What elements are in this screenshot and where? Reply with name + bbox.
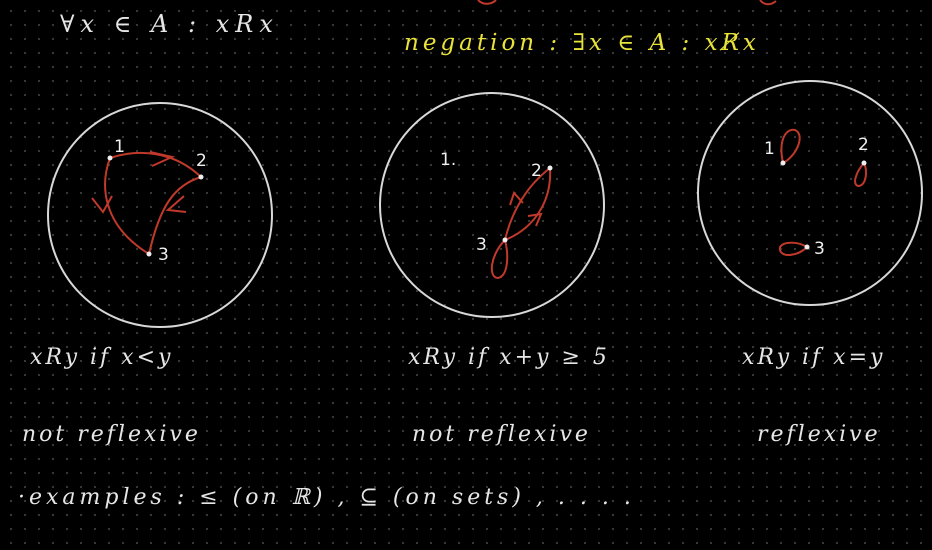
self-loop-3 xyxy=(778,241,808,256)
node-dot xyxy=(502,237,508,243)
relation-diagrams: 1 2 3 1. 2 3 1 2 3 xyxy=(47,0,923,328)
set-circle xyxy=(379,92,605,318)
node-label: 1 xyxy=(764,139,775,159)
set-circle xyxy=(47,102,273,328)
cutoff-red-scribble xyxy=(477,0,777,6)
self-loop-2 xyxy=(854,162,867,188)
relation-caption-sum: xRy if x+y ≥ 5 xyxy=(408,345,610,370)
diagram-equality: 1 2 3 xyxy=(697,80,923,306)
node-dot xyxy=(198,174,204,180)
node-label: 3 xyxy=(158,245,169,265)
node-dot xyxy=(861,160,867,166)
node-label: 2 xyxy=(531,161,542,181)
verdict-reflexive: reflexive xyxy=(757,422,881,447)
self-loop-3 xyxy=(490,239,509,280)
examples-line: ·examples : ≤ (on ℝ) , ⊆ (on sets) , . .… xyxy=(18,485,635,510)
node-dot xyxy=(804,244,810,250)
relation-caption-less-than: xRy if x<y xyxy=(30,345,174,370)
node-label: 3 xyxy=(814,239,825,259)
set-circle xyxy=(697,80,923,306)
node-label: 2 xyxy=(858,135,869,155)
diagram-less-than: 1 2 3 xyxy=(47,102,273,328)
node-dot xyxy=(146,251,152,257)
diagram-sum-ge-5: 1. 2 3 xyxy=(379,92,605,318)
verdict-not-reflexive-1: not reflexive xyxy=(22,422,201,447)
relation-caption-equality: xRy if x=y xyxy=(742,345,886,370)
node-dot xyxy=(107,155,113,161)
edge-2-3-lower xyxy=(504,167,552,241)
verdict-not-reflexive-2: not reflexive xyxy=(412,422,591,447)
node-label: 3 xyxy=(476,235,487,255)
node-label: 1. xyxy=(440,150,456,170)
node-label: 2 xyxy=(196,151,207,171)
edge-1-3 xyxy=(104,157,150,255)
edge-2-3 xyxy=(148,176,202,255)
node-dot xyxy=(547,165,553,171)
node-label: 1 xyxy=(114,137,125,157)
self-loop-1 xyxy=(780,128,801,164)
node-dot xyxy=(780,160,786,166)
